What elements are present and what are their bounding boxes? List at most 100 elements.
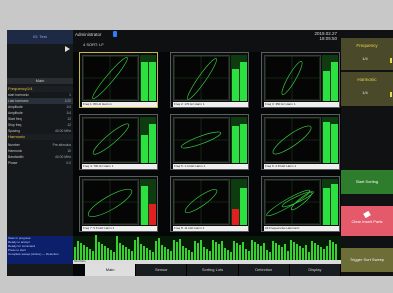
- lissajous-plot: [173, 55, 230, 101]
- plot-tile[interactable]: Freq 3: 350 Hz Harm 1: [261, 52, 340, 108]
- spectrum-bar: [221, 241, 223, 260]
- tile-caption: Freq 2: 170 Hz Harm 1: [173, 102, 248, 107]
- row-label: start harmonic: [8, 93, 29, 97]
- level-bar: [232, 68, 239, 101]
- lissajous-plot: [82, 117, 139, 163]
- frequency-control[interactable]: Frequency 1/4: [341, 38, 393, 70]
- level-bar: [323, 121, 330, 163]
- spectrum-bar: [296, 244, 298, 260]
- plot-tile[interactable]: Freq 2: 170 Hz Harm 1: [170, 52, 249, 108]
- plot-tile[interactable]: Freq 4: 700 Hz Harm 1: [79, 114, 158, 170]
- level-bar: [240, 123, 247, 163]
- spectrum-bar: [152, 252, 154, 260]
- spectrum-bar: [269, 252, 271, 260]
- row-label: Amplitude: [8, 105, 23, 109]
- left-header: ID: Test: [7, 30, 73, 44]
- level-bar: [149, 123, 156, 163]
- section-header[interactable]: Harmonic: [7, 134, 73, 140]
- user-icon[interactable]: [113, 31, 117, 37]
- spectrum-bar: [119, 243, 121, 260]
- spectrum-bar: [260, 246, 262, 260]
- level-bar: [141, 135, 148, 163]
- spectrum-bar: [128, 249, 130, 260]
- spectrum-bar: [215, 242, 217, 260]
- tab-sorting-lots[interactable]: Sorting Lots: [187, 264, 239, 276]
- spectrum-bar: [197, 243, 199, 260]
- spectrum-bar: [326, 246, 328, 260]
- lissajous-plot: [173, 117, 230, 163]
- level-bars: [322, 55, 338, 101]
- row-label: Frequency: [8, 86, 27, 91]
- spectrum-bar: [314, 243, 316, 260]
- spectrum-bar: [284, 244, 286, 260]
- row-label: Harmonic: [8, 149, 23, 153]
- clear-insert-parts-button[interactable]: Clear Insert Parts: [341, 206, 393, 236]
- spectrum-bar: [164, 247, 166, 260]
- spectrum-bar: [227, 250, 229, 260]
- message-line: Complete sweep (Active) — Detection: [8, 252, 59, 256]
- spectrum-bar: [158, 238, 160, 260]
- play-icon[interactable]: [65, 46, 70, 52]
- plot-tile[interactable]: Freq 7: 5.6 kHz Harm 1: [79, 176, 158, 232]
- spectrum-bar: [83, 245, 85, 260]
- spectrum-strip: Sort Parts: [73, 235, 341, 264]
- spectrum-bar: [278, 245, 280, 260]
- spectrum-bar: [173, 240, 175, 260]
- tab-detection[interactable]: Detection: [239, 264, 290, 276]
- spectrum-bar: [98, 242, 100, 260]
- spectrum-bar: [95, 235, 97, 260]
- row-label: Number: [8, 143, 20, 147]
- row-label: Bandwidth: [8, 155, 24, 159]
- right-panel: Frequency 1/4 Harmonic 1/4 Start Sorting…: [341, 30, 393, 276]
- settings-row[interactable]: Phase 0.0: [7, 160, 73, 166]
- tab-main[interactable]: Main: [85, 264, 137, 276]
- tab-display[interactable]: Display: [290, 264, 342, 276]
- harmonic-marker-icon: [390, 92, 392, 97]
- row-value: 0.0: [66, 161, 71, 165]
- spectrum-bar: [308, 252, 310, 260]
- spectrum-bar: [257, 244, 259, 260]
- spectrum-bar: [236, 243, 238, 260]
- plot-tile[interactable]: Freq 6: 2.8 kHz Harm 1: [261, 114, 340, 170]
- plot-tile[interactable]: Freq 1: 80 Hz Harm 1: [79, 52, 158, 108]
- row-label: Phase: [8, 161, 18, 165]
- top-bar: Administrator 4 SORT: LF 2019.02.27 18:0…: [73, 30, 341, 52]
- trigger-sort-sweep-button[interactable]: Trigger Sort Sweep: [341, 248, 393, 272]
- spectrum-bar: [266, 250, 268, 260]
- spectrum-bar: [218, 244, 220, 260]
- plot-tile[interactable]: Freq 8: 11 kHz Harm 1: [170, 176, 249, 232]
- frequency-value: 1/4: [362, 56, 368, 61]
- level-bars: [231, 179, 247, 225]
- frequency-title: Frequency: [356, 43, 378, 48]
- spectrum-bar: [149, 250, 151, 260]
- row-label: Harmonic: [8, 134, 26, 139]
- spectrum-bar: [233, 241, 235, 260]
- spectrum-bar: [74, 247, 76, 260]
- clear-label: Clear Insert Parts: [351, 219, 383, 224]
- level-bar: [232, 208, 239, 225]
- spectrum-bar: [254, 242, 256, 260]
- spectrum-bar: [335, 244, 337, 260]
- spectrum-bar: [176, 242, 178, 260]
- spectrum-bar: [92, 251, 94, 260]
- lissajous-plot: [264, 179, 321, 225]
- spectrum-bar: [125, 247, 127, 260]
- frequency-marker-icon: [390, 58, 392, 63]
- plot-tile[interactable]: All Frequencies Harmonic: [261, 176, 340, 232]
- start-sorting-button[interactable]: Start Sorting: [341, 170, 393, 194]
- level-bars: [231, 55, 247, 101]
- spectrum-bar: [299, 246, 301, 260]
- spectrum-bar: [131, 251, 133, 260]
- spectrum-bar: [188, 250, 190, 260]
- spectrum-bar: [206, 249, 208, 260]
- level-bars: [140, 55, 156, 101]
- plot-tile[interactable]: Freq 5: 1.4 kHz Harm 1: [170, 114, 249, 170]
- spectrum-bar: [305, 245, 307, 260]
- level-bar: [240, 61, 247, 101]
- spectrum-bar: [302, 248, 304, 260]
- spectrum-bar: [248, 251, 250, 260]
- harmonic-control[interactable]: Harmonic 1/4: [341, 72, 393, 106]
- tile-caption: Freq 1: 80 Hz Harm 1: [82, 102, 157, 107]
- spectrum-bar: [110, 250, 112, 260]
- tab-sensor[interactable]: Sensor: [136, 264, 188, 276]
